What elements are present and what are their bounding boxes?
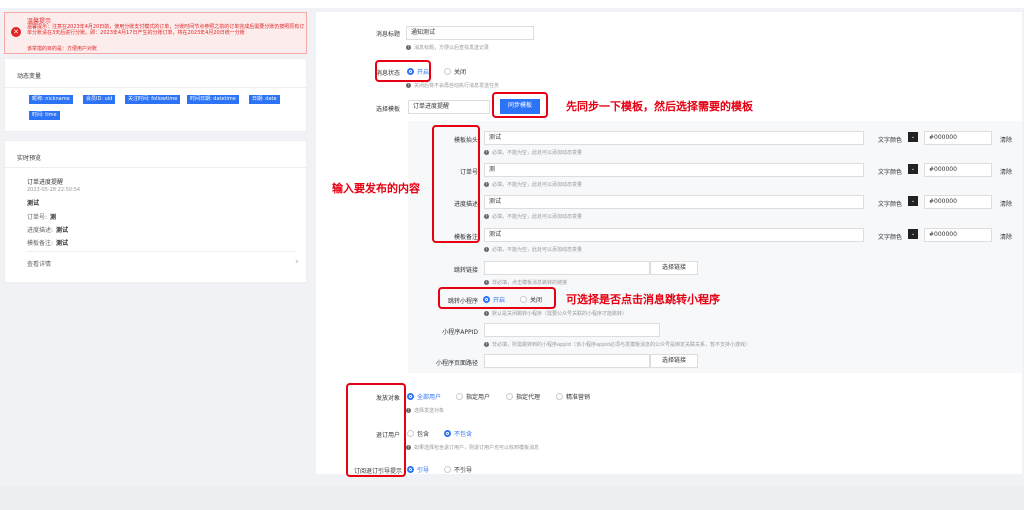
- var-tag-time[interactable]: 时间: time: [29, 111, 60, 120]
- color-input[interactable]: #000000: [924, 228, 992, 242]
- alert-text: 温馨提示：注意在2023年4月20日前，使用分账支付模式的订单，分账时间节点参照…: [27, 24, 305, 36]
- field-hint: ! 必填，不能为空，此处可以添加动态变量: [484, 214, 583, 220]
- target-all-radio[interactable]: 全部用户: [407, 392, 441, 401]
- info-icon: !: [406, 445, 411, 450]
- msg-title-label: 消息标题: [375, 31, 400, 38]
- sub-hint: ! 如果选择包含退订用户，则退订用户也可以收到模板消息: [406, 445, 540, 451]
- info-icon: !: [484, 182, 489, 187]
- field-input-header[interactable]: 测试: [484, 131, 864, 145]
- field-hint: ! 必填，不能为空，此处可以添加动态变量: [484, 247, 583, 253]
- guide-off-radio[interactable]: 不引导: [444, 465, 472, 474]
- field-input-remark[interactable]: 测试: [484, 228, 864, 242]
- var-tag-date[interactable]: 日期: date: [249, 95, 280, 104]
- color-input[interactable]: #000000: [924, 195, 992, 209]
- guide-on-radio[interactable]: 引导: [407, 465, 429, 474]
- annotation-box: [432, 125, 480, 243]
- target-users-radio[interactable]: 指定用户: [456, 392, 490, 401]
- template-select[interactable]: 订单进度提醒: [408, 100, 490, 114]
- var-tag-uid[interactable]: 会员ID: uid: [83, 95, 116, 104]
- preview-details-link[interactable]: 查看详情: [27, 259, 51, 268]
- alert-box: ✕ 温馨提示 温馨提示：注意在2023年4月20日前，使用分账支付模式的订单，分…: [4, 12, 307, 54]
- annotation-content: 输入要发布的内容: [332, 182, 420, 195]
- var-tag-datetime[interactable]: 时间日期: datetime: [187, 95, 239, 104]
- info-icon: !: [406, 83, 411, 88]
- color-label: 文字颜色: [877, 234, 902, 241]
- info-icon: !: [484, 311, 489, 316]
- info-icon: !: [484, 150, 489, 155]
- alert-note: 该举措的目的是：方便用户对账: [27, 46, 98, 52]
- preview-row: 模板备注: 测试: [27, 240, 69, 247]
- status-hint: ! 关闭后将不会再自动执行消息发送任务: [406, 83, 500, 89]
- target-precise-radio[interactable]: 精准营销: [556, 392, 590, 401]
- field-input-order[interactable]: 测: [484, 163, 864, 177]
- field-input-progress[interactable]: 测试: [484, 195, 864, 209]
- close-circle-icon: ✕: [11, 27, 21, 37]
- appid-label: 小程序APPID: [442, 329, 478, 336]
- annotation-box: [438, 287, 556, 309]
- mini-hint: ! 默认是关闭跳转小程序（需要公众号关联的小程序才能跳转）: [484, 311, 628, 317]
- annotation-box: [346, 383, 406, 477]
- preview-panel: 实时预览 订单进度提醒 2023-05-28 22:50:54 测试 订单号: …: [4, 140, 308, 283]
- info-icon: !: [484, 280, 489, 285]
- preview-heading: 测试: [27, 200, 40, 207]
- annotation-sync: 先同步一下模板，然后选择需要的模板: [566, 100, 753, 113]
- preview-row: 进度描述: 测试: [27, 227, 69, 234]
- color-label: 文字颜色: [877, 137, 902, 144]
- annotation-box: [492, 92, 548, 118]
- clear-button[interactable]: 清除: [1000, 199, 1012, 208]
- info-icon: !: [484, 247, 489, 252]
- color-input[interactable]: #000000: [924, 131, 992, 145]
- vars-title: 动态变量: [17, 73, 42, 80]
- jump-input[interactable]: [484, 261, 650, 275]
- target-hint: ! 选择发送对象: [406, 408, 445, 414]
- var-tag-nickname[interactable]: 昵称: nickname: [29, 95, 73, 104]
- page-path-label: 小程序页面路径: [435, 360, 478, 367]
- color-label: 文字颜色: [877, 169, 902, 176]
- preview-msg-title: 订单进度提醒: [27, 179, 64, 186]
- color-picker[interactable]: ⌄: [908, 164, 918, 174]
- jump-hint: ! 非必填，点击模板消息跳转的链接: [484, 280, 568, 286]
- color-picker[interactable]: ⌄: [908, 196, 918, 206]
- color-label: 文字颜色: [877, 201, 902, 208]
- preview-datetime: 2023-05-28 22:50:54: [27, 187, 81, 193]
- color-picker[interactable]: ⌄: [908, 132, 918, 142]
- annotation-box: [375, 60, 431, 82]
- page-path-select-button[interactable]: 选择链接: [650, 354, 698, 368]
- sub-exclude-radio[interactable]: 不包含: [444, 429, 472, 438]
- template-label: 选择模板: [375, 106, 400, 113]
- info-icon: !: [484, 342, 489, 347]
- clear-button[interactable]: 清除: [1000, 167, 1012, 176]
- var-tag-followtime[interactable]: 关注时间: followtime: [125, 95, 181, 104]
- annotation-mini: 可选择是否点击消息跳转小程序: [566, 293, 720, 306]
- chevron-right-icon[interactable]: ›: [295, 257, 299, 267]
- jump-select-button[interactable]: 选择链接: [650, 261, 698, 275]
- color-picker[interactable]: ⌄: [908, 229, 918, 239]
- target-agent-radio[interactable]: 指定代理: [506, 392, 540, 401]
- msg-title-input[interactable]: 通知测试: [406, 26, 534, 40]
- field-hint: ! 必填，不能为空，此处可以添加动态变量: [484, 150, 583, 156]
- field-hint: ! 必填，不能为空，此处可以添加动态变量: [484, 182, 583, 188]
- clear-button[interactable]: 清除: [1000, 232, 1012, 241]
- msg-title-hint: ! 消息标题，方便以后查找发送记录: [406, 45, 490, 51]
- sub-include-radio[interactable]: 包含: [407, 429, 429, 438]
- preview-title: 实时预览: [17, 155, 42, 162]
- info-icon: !: [484, 214, 489, 219]
- color-input[interactable]: #000000: [924, 163, 992, 177]
- info-icon: !: [406, 408, 411, 413]
- info-icon: !: [406, 45, 411, 50]
- appid-hint: ! 非必填，所需跳转到的小程序appid（该小程序appid必须与发模板消息的公众…: [484, 342, 750, 348]
- vars-panel: 动态变量 昵称: nickname 会员ID: uid 关注时间: follow…: [4, 58, 308, 132]
- status-off-radio[interactable]: 关闭: [444, 67, 466, 76]
- appid-input[interactable]: [484, 323, 660, 337]
- page-path-input[interactable]: [484, 354, 650, 368]
- jump-label: 跳转链接: [453, 267, 478, 274]
- preview-row: 订单号: 测: [27, 214, 57, 221]
- clear-button[interactable]: 清除: [1000, 135, 1012, 144]
